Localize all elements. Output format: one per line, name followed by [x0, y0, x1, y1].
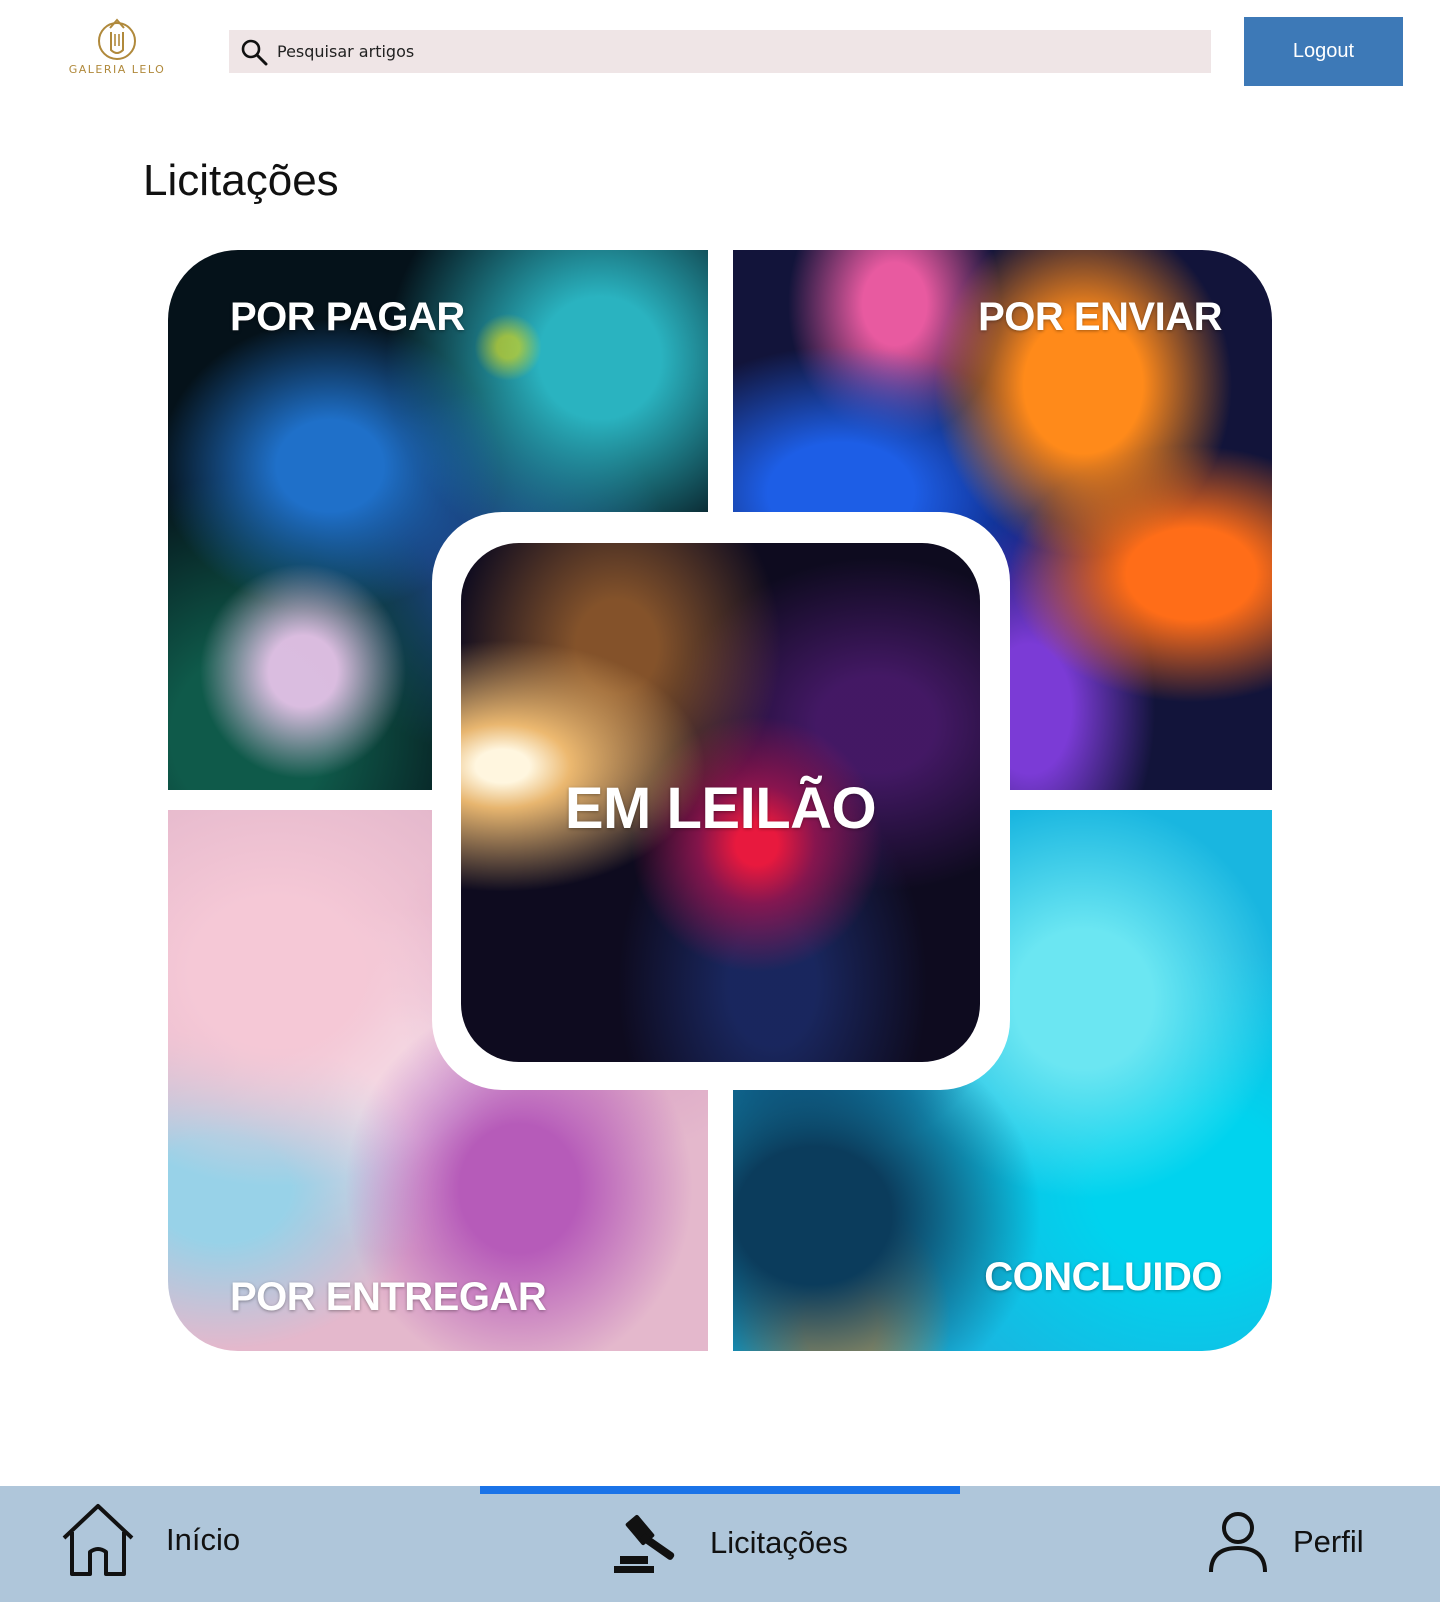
tile-em-leilao[interactable]: EM LEILÃO [461, 543, 980, 1062]
tile-label-em-leilao: EM LEILÃO [564, 776, 877, 841]
tile-label-por-entregar: POR ENTREGAR [230, 1275, 547, 1319]
nav-label-perfil: Perfil [1293, 1524, 1364, 1559]
nav-label-licitacoes: Licitações [710, 1525, 848, 1560]
search-input[interactable] [277, 30, 1177, 73]
bids-category-grid: POR PAGAR POR ENVIAR POR ENTREGAR CONCLU… [168, 250, 1272, 1351]
nav-item-inicio[interactable]: Início [58, 1502, 240, 1578]
logo-text: GALERIA LELO [68, 63, 166, 76]
logout-button[interactable]: Logout [1244, 17, 1403, 86]
tile-label-por-pagar: POR PAGAR [230, 295, 465, 339]
logo-emblem-icon [98, 18, 136, 60]
gavel-icon [614, 1514, 675, 1573]
nav-label-inicio: Início [166, 1522, 241, 1557]
nav-active-indicator [480, 1486, 960, 1494]
nav-item-perfil[interactable]: Perfil [1207, 1510, 1364, 1574]
home-icon [62, 1504, 134, 1576]
logo[interactable]: GALERIA LELO [62, 16, 172, 88]
nav-item-licitacoes[interactable]: Licitações [612, 1510, 848, 1576]
user-icon [1209, 1512, 1267, 1573]
search-icon[interactable] [239, 37, 269, 67]
tile-label-concluido: CONCLUIDO [984, 1255, 1222, 1299]
tile-label-por-enviar: POR ENVIAR [978, 295, 1222, 339]
bottom-nav: Início Licitações Perfil [0, 1486, 1440, 1602]
search-bar[interactable] [229, 30, 1211, 73]
page-title: Licitações [143, 156, 339, 205]
